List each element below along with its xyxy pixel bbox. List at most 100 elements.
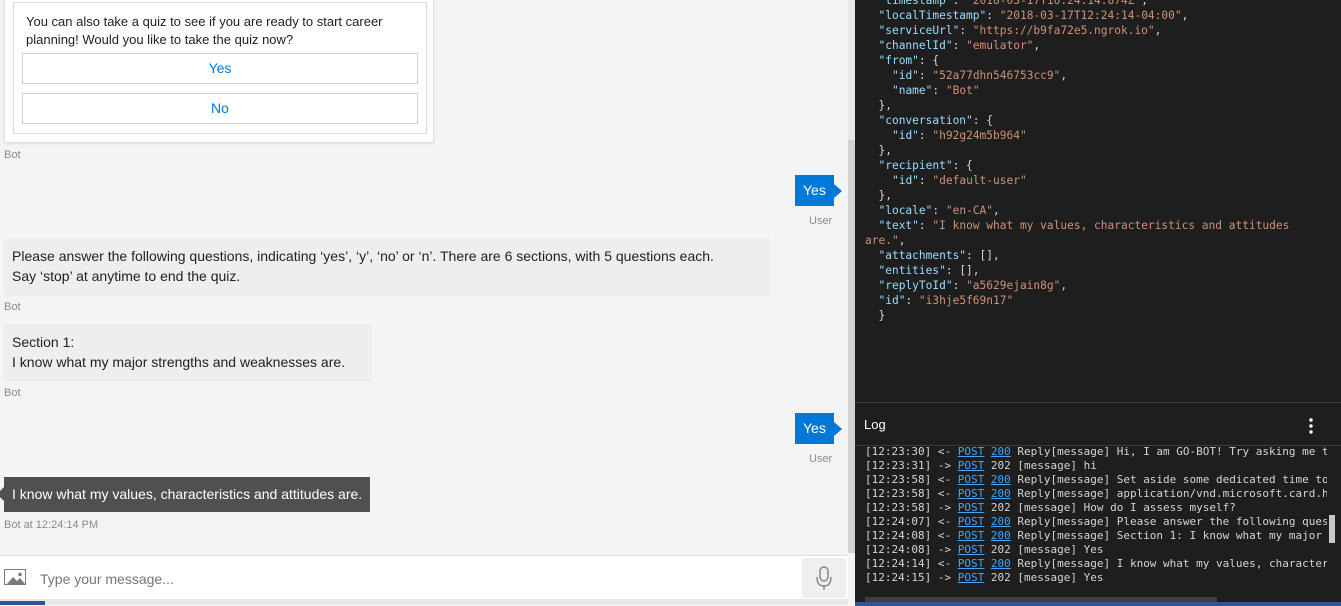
chat-scrollbar-thumb[interactable] [848, 140, 855, 553]
json-punct: , [1060, 69, 1068, 82]
json-punct: : [986, 9, 1000, 22]
log-time: [12:24:08] [865, 543, 932, 556]
json-string: "h92g24m5b964" [932, 129, 1027, 142]
json-punct: : [932, 204, 946, 217]
log-method-link[interactable]: POST [958, 529, 985, 542]
quiz-yes-button[interactable]: Yes [22, 53, 418, 84]
json-line: "text": "I know what my values, characte… [865, 218, 1289, 233]
log-direction: <- [937, 515, 952, 528]
log-status-link[interactable]: 200 [991, 473, 1011, 486]
json-line: "recipient": { [865, 158, 1289, 173]
json-punct [878, 69, 891, 82]
json-punct: : [952, 39, 967, 52]
json-punct: : [918, 219, 933, 232]
json-punct: } [878, 309, 886, 322]
log-entry: [12:23:31] -> POST 202 [message] hi [865, 459, 1327, 473]
json-line: }, [865, 143, 1289, 158]
json-punct: : [932, 84, 946, 97]
json-line: } [865, 308, 1289, 323]
log-method-link[interactable]: POST [958, 487, 985, 500]
log-status-link[interactable]: 200 [991, 487, 1011, 500]
selected-bot-message[interactable]: I know what my values, characteristics a… [0, 477, 371, 512]
log-time: [12:23:58] [865, 473, 932, 486]
log-method-link[interactable]: POST [958, 571, 985, 584]
json-key: "localTimestamp" [878, 9, 987, 22]
json-punct: : [952, 0, 967, 7]
json-punct: : [], [966, 249, 1000, 262]
quiz-no-button[interactable]: No [22, 93, 418, 124]
json-string: "2018-03-17T12:24:14-04:00" [999, 9, 1182, 22]
json-key: "name" [891, 84, 933, 97]
bot-message: Please answer the following questions, i… [4, 238, 770, 294]
log-method-link[interactable]: POST [958, 445, 985, 458]
log-message: [message] How do I assess myself? [1017, 501, 1236, 514]
hero-card-body: You can also take a quiz to see if you a… [13, 2, 427, 134]
log-direction: <- [937, 473, 952, 486]
json-punct: : [952, 279, 967, 292]
log-status-link[interactable]: 200 [991, 515, 1011, 528]
json-key: "serviceUrl" [878, 24, 960, 37]
log-status-link[interactable]: 200 [991, 529, 1011, 542]
json-line: "serviceUrl": "https://b9fa72e5.ngrok.io… [865, 23, 1289, 38]
json-line: "id": "h92g24m5b964" [865, 128, 1289, 143]
log-direction: -> [937, 543, 952, 556]
json-punct: : [959, 24, 973, 37]
log-message: Reply[message] I know what my values, ch… [1017, 557, 1327, 570]
message-sender: User [809, 215, 833, 227]
message-sender: Bot [4, 301, 21, 313]
log-status-link[interactable]: 200 [991, 557, 1011, 570]
json-punct: : [918, 129, 933, 142]
json-string: "52a77dhn546753cc9" [932, 69, 1061, 82]
chat-panel: You can also take a quiz to see if you a… [0, 0, 855, 605]
microphone-button[interactable] [802, 558, 846, 598]
json-line: "localTimestamp": "2018-03-17T12:24:14-0… [865, 8, 1289, 23]
log-entry: [12:24:14] <- POST 200 Reply[message] I … [865, 557, 1327, 571]
log-entry: [12:24:07] <- POST 200 Reply[message] Pl… [865, 515, 1327, 529]
log-method-link[interactable]: POST [958, 501, 985, 514]
json-key: "channelId" [878, 39, 953, 52]
json-line: }, [865, 188, 1289, 203]
log-entry: [12:24:08] <- POST 200 Reply[message] Se… [865, 529, 1327, 543]
json-line: "replyToId": "a5629ejain8g", [865, 278, 1289, 293]
image-upload-icon[interactable] [4, 569, 26, 585]
log-message: Reply[message] Please answer the followi… [1017, 515, 1327, 528]
json-punct: }, [878, 99, 892, 112]
log-direction: -> [937, 571, 952, 584]
json-punct: , [898, 234, 906, 247]
log-method-link[interactable]: POST [958, 473, 985, 486]
log-method-link[interactable]: POST [958, 557, 985, 570]
json-line: "id": "52a77dhn546753cc9", [865, 68, 1289, 83]
json-string: "Bot" [945, 84, 980, 97]
log-entry: [12:23:58] -> POST 202 [message] How do … [865, 501, 1327, 515]
log-scrollbar-thumb[interactable] [1329, 515, 1335, 543]
json-string: "default-user" [932, 174, 1027, 187]
log-method-link[interactable]: POST [958, 459, 985, 472]
json-line: "timestamp": "2018-03-17T16:24:14.874Z", [865, 0, 1289, 8]
json-key: "from" [878, 54, 919, 67]
log-direction: <- [937, 487, 952, 500]
log-time: [12:23:30] [865, 445, 932, 458]
log-method-link[interactable]: POST [958, 515, 985, 528]
hero-card: You can also take a quiz to see if you a… [4, 0, 434, 143]
json-key: "conversation" [878, 114, 973, 127]
json-line: "attachments": [], [865, 248, 1289, 263]
message-input[interactable] [38, 562, 802, 596]
log-direction: <- [937, 529, 952, 542]
log-time: [12:24:15] [865, 571, 932, 584]
json-punct: : { [918, 54, 940, 67]
json-punct: }, [878, 189, 892, 202]
json-line: are.", [865, 233, 1289, 248]
log-menu-button[interactable] [1304, 417, 1318, 435]
json-line: "conversation": { [865, 113, 1289, 128]
log-status-link[interactable]: 200 [991, 445, 1011, 458]
log-title: Log [864, 417, 886, 432]
json-line: "channelId": "emulator", [865, 38, 1289, 53]
log-direction: -> [937, 501, 952, 514]
log-entry: [12:23:58] <- POST 200 Reply[message] Se… [865, 473, 1327, 487]
log-status: 202 [990, 543, 1011, 556]
json-string: are." [865, 234, 899, 247]
microphone-icon [816, 566, 832, 590]
bot-message-line: I know what my major strengths and weakn… [12, 354, 346, 370]
log-method-link[interactable]: POST [958, 543, 985, 556]
status-accent-bar [0, 601, 45, 605]
